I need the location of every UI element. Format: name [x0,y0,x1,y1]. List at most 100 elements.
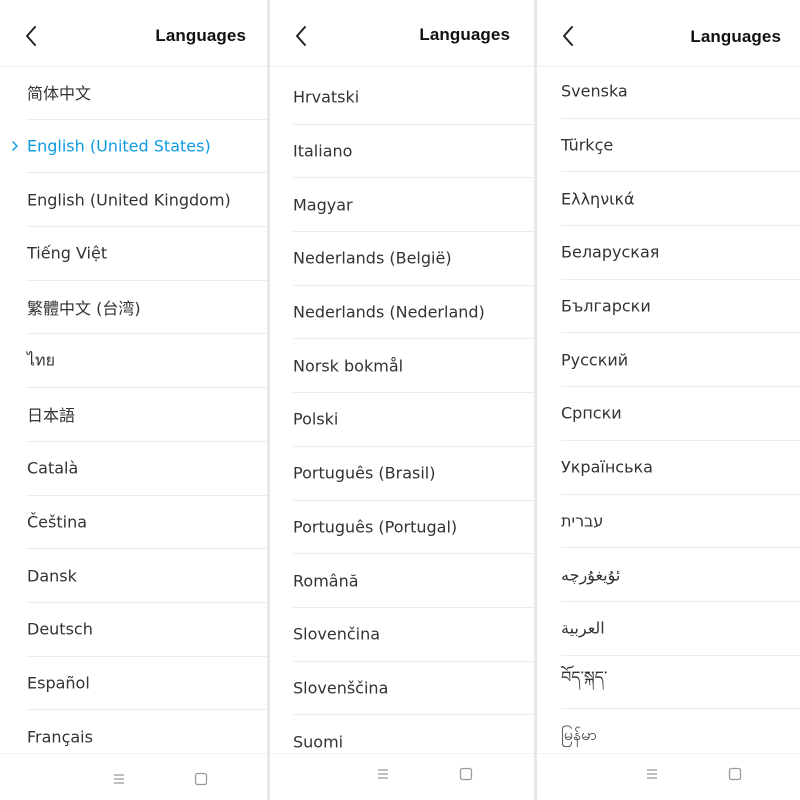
menu-lines-icon[interactable] [645,767,659,781]
language-item[interactable]: Español [27,657,267,711]
page-title: Languages [155,26,246,45]
language-label: Tiếng Việt [27,243,108,263]
language-label: Svenska [561,81,628,101]
language-label: Suomi [293,732,344,752]
page-title: Languages [419,25,510,44]
square-home-icon[interactable] [459,767,473,781]
language-label: Español [27,673,90,693]
language-list: 简体中文 English (United States) English (Unit… [0,66,267,764]
language-item[interactable]: Српски [561,387,800,441]
language-item[interactable]: Polski [293,393,534,447]
language-item[interactable]: Slovenščina [293,662,534,716]
language-label: Slovenčina [293,624,381,644]
language-item[interactable]: Nederlands (Nederland) [293,286,534,340]
system-navbar [537,753,800,800]
language-item[interactable]: Ελληνικά [561,172,800,227]
language-list: Svenska Türkçe Ελληνικά Беларуская Български… [537,65,800,763]
square-home-icon[interactable] [194,772,208,786]
language-panel-2: Languages Hrvatski Italiano Magyar Nederlan… [270,0,534,800]
language-label: Ελληνικά [561,189,635,209]
header: Languages [270,0,534,67]
language-item[interactable]: Português (Brasil) [293,447,534,501]
language-item[interactable]: Čeština [27,496,267,550]
language-label: Dansk [27,566,77,586]
language-label: Slovenščina [293,678,389,698]
language-item[interactable]: Svenska [561,65,800,119]
language-label: བོད་སྐད་ [561,667,608,687]
language-label: Magyar [293,195,353,215]
language-item[interactable]: Беларуская [561,226,800,280]
language-item[interactable]: Русский [561,333,800,388]
language-item[interactable]: 繁體中文 (台湾) [27,281,267,335]
language-label: 繁體中文 (台湾) [27,299,141,319]
language-item[interactable]: العربية [561,602,800,656]
chevron-left-icon[interactable] [290,24,314,48]
language-item[interactable]: ئۇيغۇرچە [561,548,800,602]
language-item[interactable]: Português (Portugal) [293,501,534,555]
language-label: Norsk bokmål [293,356,404,376]
language-label: Русский [561,350,629,370]
language-item[interactable]: Magyar [293,178,534,233]
chevron-left-icon[interactable] [557,24,581,48]
header: Languages [537,0,800,67]
language-label: Català [27,458,79,478]
chevron-left-icon[interactable] [20,24,44,48]
language-item[interactable]: עברית [561,495,800,549]
language-item[interactable]: Català [27,442,267,496]
menu-lines-icon[interactable] [112,772,126,786]
language-panel-1: Languages 简体中文 English (United States) Eng… [0,0,267,800]
language-item[interactable]: Nederlands (België) [293,232,534,286]
language-item[interactable]: 简体中文 [27,66,267,120]
language-label: Română [293,571,359,591]
language-label: မြန်မာ [561,724,597,744]
system-navbar [0,753,267,800]
language-label: Беларуская [561,242,660,262]
language-item[interactable]: Türkçe [561,119,800,173]
language-label: العربية [561,618,605,638]
page-title: Languages [690,27,781,46]
language-item[interactable]: Italiano [293,125,534,179]
system-navbar [270,753,534,800]
language-label: Français [27,727,93,747]
language-item[interactable]: English (United Kingdom) [27,173,267,228]
language-label: Português (Brasil) [293,463,436,483]
language-label: ไทย [27,350,55,370]
header: Languages [0,0,267,67]
language-item[interactable]: Українська [561,441,800,495]
language-label: Deutsch [27,619,93,639]
language-label: 简体中文 [27,84,92,104]
language-item[interactable]: Deutsch [27,603,267,657]
language-item[interactable]: Română [293,554,534,608]
language-label: Hrvatski [293,87,360,107]
language-label: English (United States) [27,136,211,156]
language-label: 日本語 [27,406,76,426]
language-label: עברית [561,511,604,531]
language-label: Українська [561,457,653,477]
language-item[interactable]: Norsk bokmål [293,339,534,394]
language-item[interactable]: Slovenčina [293,608,534,662]
language-item[interactable]: Hrvatski [293,71,534,125]
language-label: ئۇيغۇرچە [561,565,621,585]
language-panel-3: Languages Svenska Türkçe Ελληνικά Беларуска… [537,0,800,800]
chevron-right-icon [10,139,20,153]
language-item[interactable]: Dansk [27,549,267,603]
language-label: Српски [561,403,622,423]
language-item[interactable]: 日本語 [27,388,267,442]
language-label: Italiano [293,141,353,161]
screenshot-panels: Languages 简体中文 English (United States) Eng… [0,0,800,800]
menu-lines-icon[interactable] [376,767,390,781]
square-home-icon[interactable] [728,767,742,781]
language-label: Čeština [27,512,88,532]
language-label: Português (Portugal) [293,517,458,537]
language-label: Nederlands (België) [293,248,452,268]
language-label: Български [561,296,651,316]
language-list: Hrvatski Italiano Magyar Nederlands (België… [270,71,534,769]
language-item[interactable]: English (United States) [12,120,267,174]
language-item[interactable]: Tiếng Việt [27,227,267,281]
language-item[interactable]: Български [561,280,800,334]
language-item[interactable]: ไทย [27,334,267,389]
language-label: Türkçe [561,135,614,155]
language-label: Nederlands (Nederland) [293,302,485,322]
language-item[interactable]: བོད་སྐད་ [561,656,800,710]
language-label: Polski [293,409,339,429]
